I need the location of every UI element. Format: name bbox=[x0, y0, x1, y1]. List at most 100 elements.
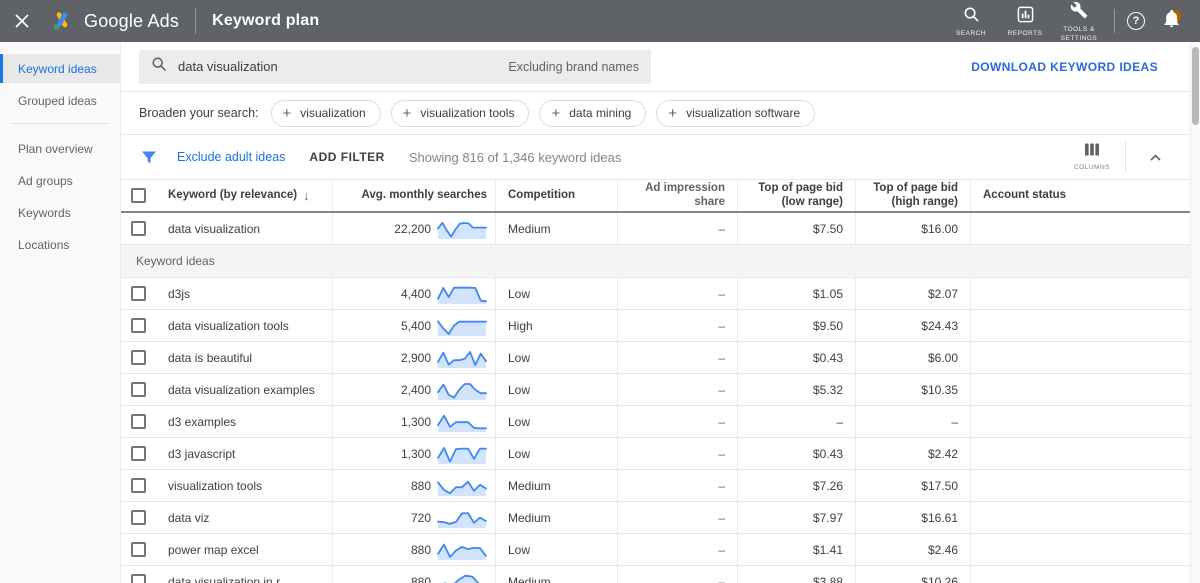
close-icon[interactable] bbox=[14, 13, 48, 29]
row-checkbox[interactable] bbox=[131, 286, 146, 301]
ad-impression-share-cell: – bbox=[618, 502, 738, 533]
account-status-cell bbox=[971, 566, 1190, 583]
row-checkbox[interactable] bbox=[131, 510, 146, 525]
competition-cell: Medium bbox=[496, 470, 618, 501]
keyword-search-input[interactable]: data visualization Excluding brand names bbox=[139, 50, 651, 84]
sidebar-item-keyword-ideas[interactable]: Keyword ideas bbox=[0, 54, 120, 83]
competition-cell: Low bbox=[496, 406, 618, 437]
row-checkbox-cell bbox=[121, 566, 156, 583]
ad-impression-share-cell: – bbox=[618, 374, 738, 405]
account-status-cell bbox=[971, 502, 1190, 533]
sidebar-item-label: Grouped ideas bbox=[18, 94, 97, 108]
keyword-cell: d3 examples bbox=[156, 406, 333, 437]
competition-cell: Low bbox=[496, 374, 618, 405]
keyword-cell: data visualization tools bbox=[156, 310, 333, 341]
tools-settings-nav-button[interactable]: TOOLS & SETTINGS bbox=[1052, 0, 1106, 43]
plus-icon: + bbox=[283, 106, 292, 121]
search-nav-button[interactable]: SEARCH bbox=[944, 4, 998, 39]
filter-bar: Exclude adult ideas ADD FILTER Showing 8… bbox=[121, 135, 1190, 180]
account-status-cell bbox=[971, 406, 1190, 437]
searches-cell: 2,900 bbox=[333, 342, 496, 373]
bid-low-cell: $3.88 bbox=[738, 566, 856, 583]
search-icon bbox=[963, 6, 980, 28]
row-checkbox[interactable] bbox=[131, 382, 146, 397]
download-keyword-ideas-link[interactable]: DOWNLOAD KEYWORD IDEAS bbox=[971, 60, 1158, 74]
broaden-chip[interactable]: + visualization bbox=[271, 100, 381, 127]
seed-rows: data visualization 22,200 Medium – $7.50… bbox=[121, 213, 1190, 245]
col-header-searches[interactable]: Avg. monthly searches bbox=[333, 180, 496, 211]
keyword-row: visualization tools 880 Medium – $7.26 $… bbox=[121, 470, 1190, 502]
broaden-chip[interactable]: + visualization software bbox=[656, 100, 815, 127]
columns-icon bbox=[1084, 143, 1100, 161]
row-checkbox[interactable] bbox=[131, 414, 146, 429]
ad-impression-share-cell: – bbox=[618, 213, 738, 244]
sidebar-item-locations[interactable]: Locations bbox=[0, 230, 120, 259]
bid-high-cell: $6.00 bbox=[856, 342, 971, 373]
trend-sparkline bbox=[437, 571, 487, 583]
collapse-chevron-up-icon[interactable] bbox=[1141, 149, 1170, 166]
keyword-row: data viz 720 Medium – $7.97 $16.61 bbox=[121, 502, 1190, 534]
row-checkbox-cell bbox=[121, 342, 156, 373]
ad-impression-share-cell: – bbox=[618, 438, 738, 469]
col-header-competition[interactable]: Competition bbox=[496, 180, 618, 211]
sidebar-item-keywords[interactable]: Keywords bbox=[0, 198, 120, 227]
row-checkbox[interactable] bbox=[131, 318, 146, 333]
searches-value: 22,200 bbox=[394, 222, 431, 236]
broaden-chip[interactable]: + visualization tools bbox=[391, 100, 530, 127]
select-all-checkbox[interactable] bbox=[131, 188, 146, 203]
filter-funnel-icon[interactable] bbox=[141, 150, 157, 165]
keyword-row: d3 javascript 1,300 Low – $0.43 $2.42 bbox=[121, 438, 1190, 470]
row-checkbox[interactable] bbox=[131, 446, 146, 461]
broaden-label: Broaden your search: bbox=[139, 106, 259, 120]
account-status-cell bbox=[971, 470, 1190, 501]
bid-low-cell: – bbox=[738, 406, 856, 437]
vertical-scrollbar bbox=[1190, 42, 1200, 583]
col-header-bid-low[interactable]: Top of page bid (low range) bbox=[738, 180, 856, 211]
add-filter-button[interactable]: ADD FILTER bbox=[309, 150, 384, 164]
sidebar-item-label: Locations bbox=[18, 238, 69, 252]
reports-nav-button[interactable]: REPORTS bbox=[998, 4, 1052, 39]
row-checkbox[interactable] bbox=[131, 478, 146, 493]
keyword-cell: visualization tools bbox=[156, 470, 333, 501]
trend-sparkline bbox=[437, 347, 487, 369]
plus-icon: + bbox=[403, 106, 412, 121]
col-header-bid-high[interactable]: Top of page bid (high range) bbox=[856, 180, 971, 211]
searches-cell: 720 bbox=[333, 502, 496, 533]
trend-sparkline bbox=[437, 475, 487, 497]
ad-impression-share-cell: – bbox=[618, 278, 738, 309]
columns-button[interactable]: COLUMNS bbox=[1074, 143, 1110, 171]
competition-cell: Medium bbox=[496, 502, 618, 533]
sidebar-item-plan-overview[interactable]: Plan overview bbox=[0, 134, 120, 163]
row-checkbox[interactable] bbox=[131, 574, 146, 583]
bid-high-cell: $17.50 bbox=[856, 470, 971, 501]
keyword-row: data is beautiful 2,900 Low – $0.43 $6.0… bbox=[121, 342, 1190, 374]
help-icon[interactable]: ? bbox=[1127, 12, 1145, 30]
ad-impression-share-cell: – bbox=[618, 310, 738, 341]
row-checkbox[interactable] bbox=[131, 350, 146, 365]
exclude-adult-ideas-filter[interactable]: Exclude adult ideas bbox=[177, 150, 285, 164]
tools-settings-nav-label: TOOLS & SETTINGS bbox=[1052, 26, 1106, 44]
broaden-chip[interactable]: + data mining bbox=[539, 100, 646, 127]
keyword-row: data visualization tools 5,400 High – $9… bbox=[121, 310, 1190, 342]
showing-count-text: Showing 816 of 1,346 keyword ideas bbox=[409, 150, 621, 165]
keyword-cell: data viz bbox=[156, 502, 333, 533]
col-header-account-status[interactable]: Account status bbox=[971, 180, 1190, 211]
sidebar-item-ad-groups[interactable]: Ad groups bbox=[0, 166, 120, 195]
competition-cell: Low bbox=[496, 534, 618, 565]
sidebar-item-grouped-ideas[interactable]: Grouped ideas bbox=[0, 86, 120, 115]
keyword-cell: data visualization bbox=[156, 213, 333, 244]
searches-value: 880 bbox=[411, 543, 431, 557]
trend-sparkline bbox=[437, 539, 487, 561]
bid-high-cell: $10.35 bbox=[856, 374, 971, 405]
row-checkbox[interactable] bbox=[131, 221, 146, 236]
col-header-keyword[interactable]: Keyword (by relevance)↓ bbox=[156, 180, 333, 211]
row-checkbox[interactable] bbox=[131, 542, 146, 557]
scrollbar-thumb[interactable] bbox=[1192, 47, 1199, 125]
account-status-cell bbox=[971, 534, 1190, 565]
searches-value: 720 bbox=[411, 511, 431, 525]
col-header-ad-impression-share[interactable]: Ad impression share bbox=[618, 180, 738, 211]
chip-label: visualization bbox=[300, 106, 365, 120]
account-status-cell bbox=[971, 438, 1190, 469]
notifications-bell-icon[interactable] bbox=[1163, 10, 1180, 33]
search-icon bbox=[151, 56, 167, 77]
